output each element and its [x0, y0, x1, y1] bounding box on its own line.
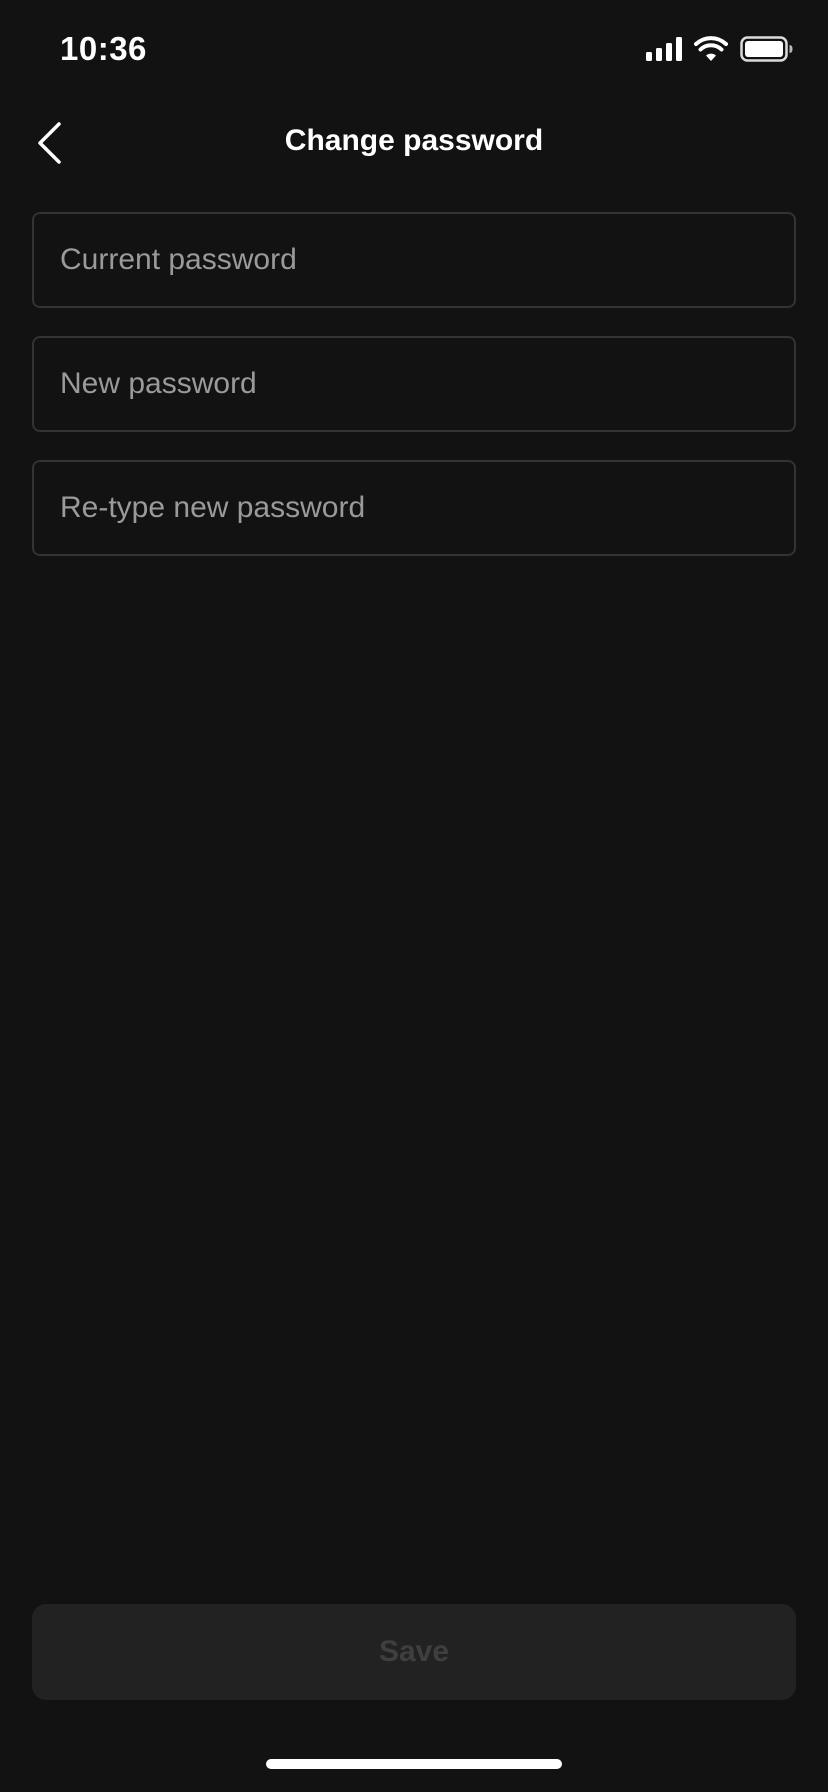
new-password-input[interactable] [34, 338, 794, 430]
change-password-screen: 10:36 Change password Save [0, 0, 828, 1792]
page-title: Change password [284, 124, 544, 157]
current-password-input[interactable] [34, 214, 794, 306]
change-password-form [32, 212, 796, 584]
save-button[interactable]: Save [32, 1604, 796, 1700]
navigation-bar: Change password [0, 100, 828, 186]
battery-icon [740, 36, 793, 62]
home-indicator [266, 1759, 562, 1769]
retype-password-input[interactable] [34, 462, 794, 554]
wifi-icon [694, 36, 728, 61]
cellular-signal-icon [646, 37, 682, 61]
status-time: 10:36 [60, 30, 147, 67]
status-icons [646, 36, 794, 62]
retype-password-field[interactable] [32, 460, 796, 556]
status-bar: 10:36 [0, 0, 828, 100]
current-password-field[interactable] [32, 212, 796, 308]
new-password-field[interactable] [32, 336, 796, 432]
